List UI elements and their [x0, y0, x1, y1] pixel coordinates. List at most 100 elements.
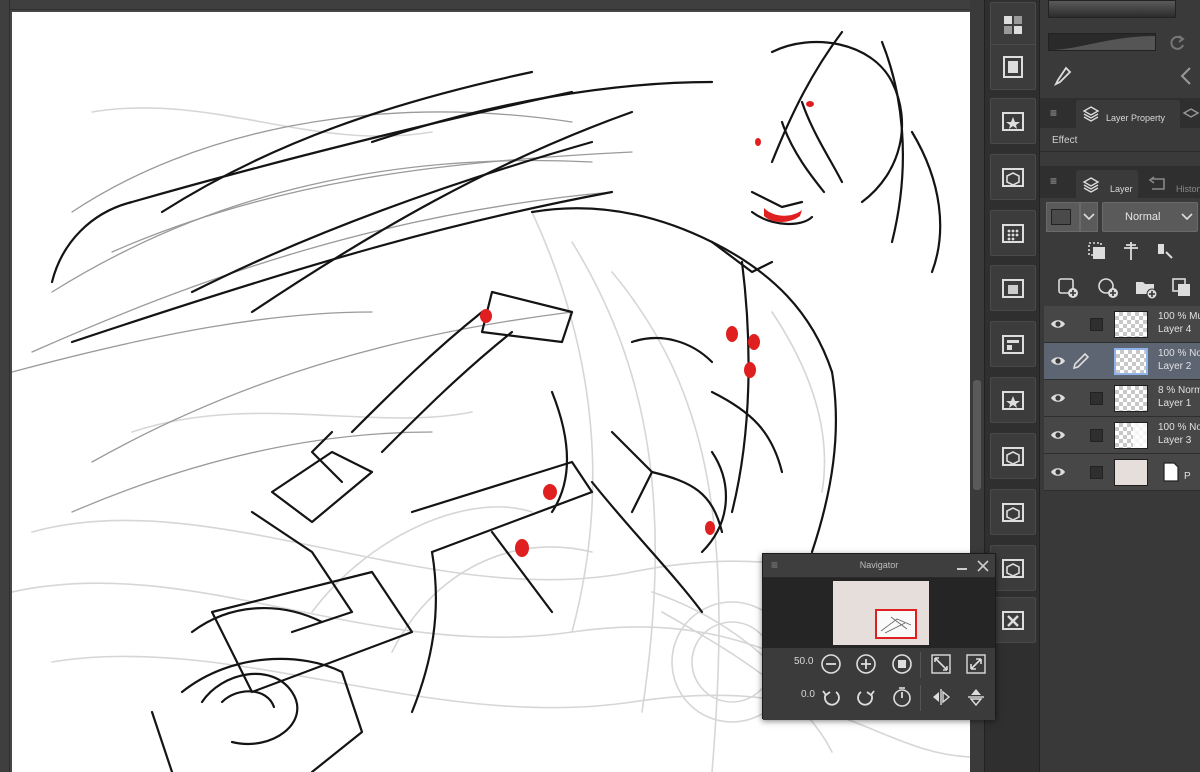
navigator-window[interactable]: ≡ Navigator 50.0 0.0 [762, 553, 996, 720]
layer-row[interactable]: P [1044, 454, 1200, 491]
navigator-canvas-thumbnail [833, 581, 929, 645]
layer-lock-checkbox[interactable] [1090, 318, 1103, 331]
material-button-4[interactable] [990, 265, 1036, 311]
layer-name: Layer 3 [1158, 435, 1192, 446]
rotate-right-icon [857, 690, 875, 706]
minimize-icon[interactable] [957, 568, 967, 570]
layer-row[interactable]: 100 % No Layer 2 [1044, 343, 1200, 380]
eye-visibility-icon[interactable] [1050, 428, 1066, 442]
material-layout-icon [1002, 335, 1024, 354]
layer-lock-checkbox[interactable] [1090, 466, 1103, 479]
menu-icon[interactable]: ≡ [1050, 106, 1057, 120]
actual-size-button[interactable] [890, 652, 914, 676]
close-icon[interactable] [977, 560, 989, 572]
menu-icon[interactable]: ≡ [1050, 174, 1057, 188]
eye-visibility-icon[interactable] [1050, 391, 1066, 405]
reset-rotation-icon [893, 687, 911, 707]
rotate-right-button[interactable] [854, 685, 878, 709]
animation-button[interactable] [990, 44, 1036, 90]
tab-history[interactable]: History [1144, 170, 1200, 198]
layer-thumbnail [1114, 459, 1148, 486]
color-set-icon [1004, 16, 1022, 34]
tab-layer-property-label: Layer Property [1106, 113, 1166, 123]
paper-layer-icon [1163, 462, 1179, 482]
rotate-left-button[interactable] [819, 685, 843, 709]
layer-info: 100 % No Layer 3 [1158, 421, 1200, 447]
tab-layer[interactable]: Layer [1076, 170, 1138, 198]
navigator-preview[interactable] [763, 578, 995, 648]
material-3d-icon [1002, 559, 1024, 578]
zoom-value[interactable]: 50.0 [794, 656, 813, 667]
copy-layer-icon[interactable] [1170, 276, 1194, 300]
zoom-out-icon [821, 654, 841, 674]
eye-visibility-icon[interactable] [1050, 465, 1066, 479]
flip-horizontal-icon [933, 689, 951, 705]
layer-panel-header: ≡ Layer History [1040, 166, 1200, 198]
layer-row[interactable]: 8 % Norm Layer 1 [1044, 380, 1200, 417]
layer-color-swatch[interactable] [1046, 202, 1080, 232]
reset-icon[interactable] [1168, 34, 1188, 52]
zoom-in-button[interactable] [854, 652, 878, 676]
eyedropper-icon[interactable] [1053, 66, 1072, 87]
layer-lock-checkbox[interactable] [1090, 392, 1103, 405]
flip-horizontal-button[interactable] [929, 685, 953, 709]
reset-rotation-button[interactable] [890, 685, 914, 709]
chevron-left-icon[interactable] [1178, 66, 1194, 86]
layer-icon [1082, 177, 1100, 193]
new-vector-layer-icon[interactable] [1096, 276, 1120, 300]
layer-opacity-mode: 100 % No [1158, 422, 1200, 433]
material-button-1[interactable] [990, 98, 1036, 144]
layer-thumbnail [1114, 311, 1148, 338]
material-button-3[interactable] [990, 210, 1036, 256]
layer-info: 8 % Norm Layer 1 [1158, 384, 1200, 410]
navigator-titlebar[interactable]: ≡ Navigator [763, 554, 995, 578]
zoom-out-button[interactable] [819, 652, 843, 676]
stabilization-slider[interactable] [1048, 33, 1156, 51]
fit-screen-button[interactable] [929, 652, 953, 676]
actual-size-icon [892, 654, 912, 674]
clip-studio-window: ≡ Layer Property Effect ≡ Layer History [0, 0, 1200, 772]
tab-layer-property[interactable]: Layer Property [1076, 100, 1180, 128]
effect-label: Effect [1052, 135, 1078, 146]
new-raster-layer-icon[interactable] [1056, 276, 1080, 300]
navigator-view-rectangle[interactable] [875, 609, 917, 639]
layer-property-icon [1082, 106, 1100, 122]
layer-name: Layer 4 [1158, 324, 1192, 335]
eye-visibility-icon[interactable] [1050, 354, 1066, 368]
draft-layer-icon[interactable] [1154, 240, 1176, 262]
fit-window-button[interactable] [964, 652, 988, 676]
layer-info: 100 % No Layer 2 [1158, 347, 1200, 373]
clip-layer-icon[interactable] [1086, 240, 1108, 262]
material-button-9[interactable] [990, 545, 1036, 591]
material-star-icon [1002, 112, 1024, 131]
material-pattern-icon [1002, 279, 1024, 298]
flip-vertical-button[interactable] [964, 685, 988, 709]
layer-row[interactable]: 100 % Mu Layer 4 [1044, 306, 1200, 343]
layer-lock-checkbox[interactable] [1090, 429, 1103, 442]
scrollbar-thumb[interactable] [973, 380, 981, 490]
layer-row[interactable]: 100 % No Layer 3 [1044, 417, 1200, 454]
flip-vertical-icon [968, 689, 984, 707]
material-button-5[interactable] [990, 321, 1036, 367]
material-button-8[interactable] [990, 489, 1036, 535]
color-set-button[interactable] [990, 2, 1036, 48]
rotation-value[interactable]: 0.0 [801, 689, 815, 700]
layer-opacity-mode: 8 % Norm [1158, 385, 1200, 396]
material-tone-icon [1002, 224, 1024, 243]
reference-layer-icon[interactable] [1120, 240, 1142, 262]
material-star-icon [1002, 391, 1024, 410]
eye-visibility-icon[interactable] [1050, 317, 1066, 331]
material-button-6[interactable] [990, 377, 1036, 423]
layer-property-icon-2[interactable] [1182, 107, 1200, 123]
blend-mode-select[interactable]: Normal [1102, 202, 1198, 232]
material-button-7[interactable] [990, 433, 1036, 479]
navigator-controls: 50.0 0.0 [763, 648, 995, 720]
right-panel: ≡ Layer Property Effect ≡ Layer History [1040, 0, 1200, 772]
brush-size-slider[interactable] [1048, 0, 1176, 18]
new-folder-icon[interactable] [1134, 276, 1158, 300]
chevron-down-icon [1083, 213, 1095, 221]
material-button-10[interactable] [990, 597, 1036, 643]
material-button-2[interactable] [990, 154, 1036, 200]
layer-color-dropdown[interactable] [1080, 202, 1098, 232]
layer-thumbnail [1114, 422, 1148, 449]
